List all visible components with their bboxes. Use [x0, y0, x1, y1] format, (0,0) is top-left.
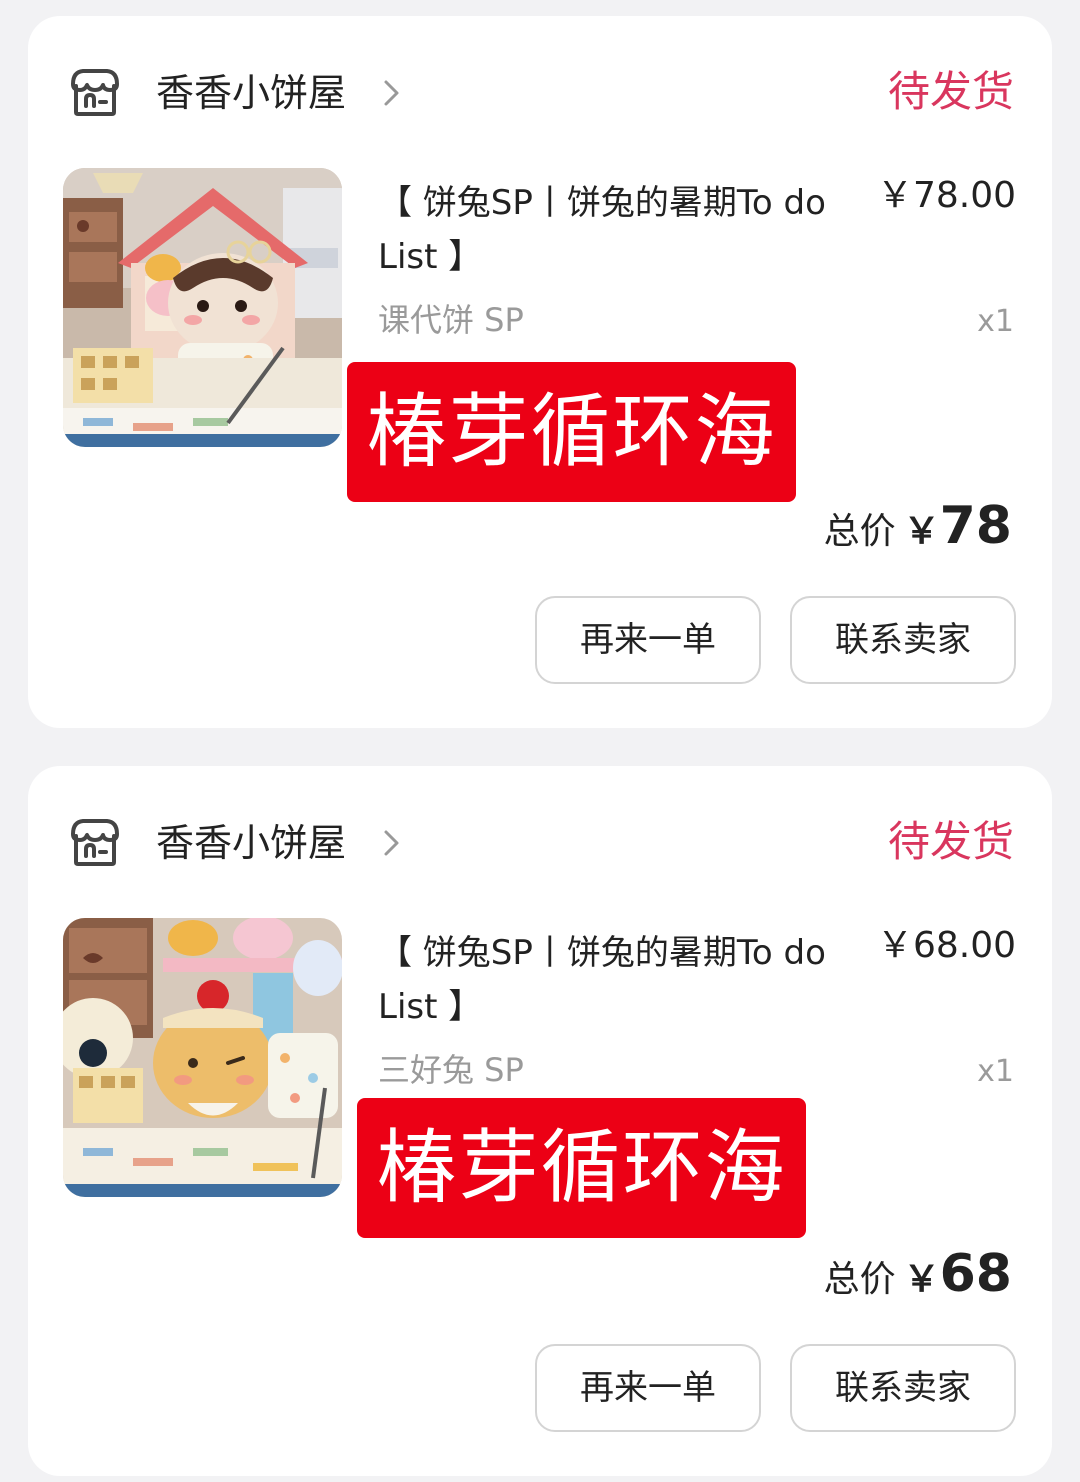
product-variant: 课代饼 SP: [378, 301, 524, 339]
total-currency: ￥: [903, 1259, 940, 1300]
order-status: 待发货: [887, 817, 1014, 866]
shop-name[interactable]: 香香小饼屋: [156, 820, 346, 866]
product-image[interactable]: [63, 918, 342, 1197]
product-image[interactable]: [63, 168, 342, 447]
total-label: 总价: [823, 511, 896, 552]
total-currency: ￥: [903, 511, 940, 552]
order-card[interactable]: 香香小饼屋 待发货: [28, 16, 1052, 728]
total-amount: 68: [939, 1244, 1012, 1304]
total-amount: 78: [939, 496, 1012, 556]
chevron-right-icon[interactable]: [382, 78, 402, 108]
product-price: ￥78.00: [876, 175, 1016, 216]
contact-seller-button[interactable]: 联系卖家: [790, 596, 1016, 684]
product-title[interactable]: 【 饼兔SP丨饼兔的暑期To do List 】: [378, 176, 828, 284]
watermark-banner: 椿芽循环海: [357, 1098, 806, 1238]
product-variant: 三好兔 SP: [378, 1051, 524, 1089]
contact-seller-button[interactable]: 联系卖家: [790, 1344, 1016, 1432]
order-total: 总价 ￥78: [824, 496, 1012, 560]
order-total: 总价 ￥68: [824, 1244, 1012, 1308]
chevron-right-icon[interactable]: [382, 828, 402, 858]
product-price: ￥68.00: [876, 925, 1016, 966]
product-quantity: x1: [977, 304, 1014, 339]
total-label: 总价: [823, 1259, 896, 1300]
reorder-button[interactable]: 再来一单: [535, 596, 761, 684]
order-status: 待发货: [887, 67, 1014, 116]
shop-icon[interactable]: [68, 816, 122, 868]
watermark-banner: 椿芽循环海: [347, 362, 796, 502]
product-title[interactable]: 【 饼兔SP丨饼兔的暑期To do List 】: [378, 926, 828, 1034]
shop-name[interactable]: 香香小饼屋: [156, 70, 346, 116]
product-quantity: x1: [977, 1054, 1014, 1089]
reorder-button[interactable]: 再来一单: [535, 1344, 761, 1432]
shop-icon[interactable]: [68, 66, 122, 118]
order-card[interactable]: 香香小饼屋 待发货: [28, 766, 1052, 1476]
